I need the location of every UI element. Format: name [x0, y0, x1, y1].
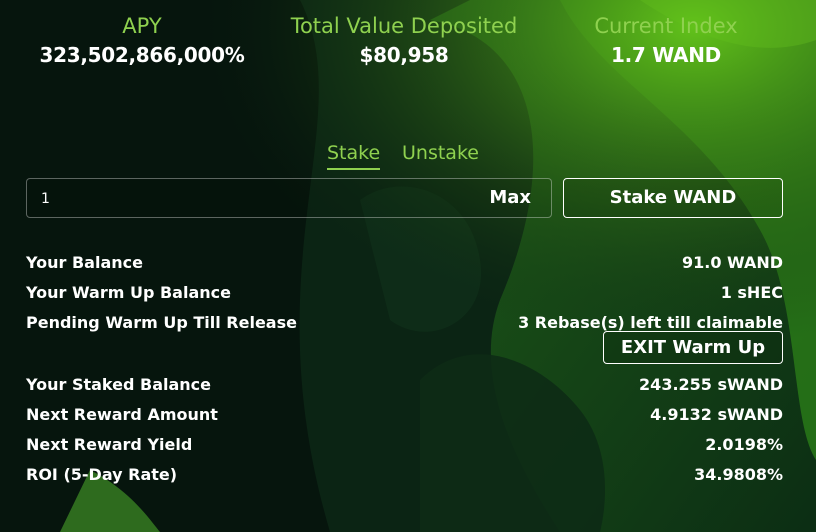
- staked-balance-row: Your Staked Balance 243.255 sWAND: [26, 372, 783, 398]
- stake-wand-button[interactable]: Stake WAND: [563, 178, 783, 218]
- current-index-label: Current Index: [594, 14, 738, 38]
- tab-stake[interactable]: Stake: [327, 140, 381, 170]
- your-balance-row: Your Balance 91.0 WAND: [26, 250, 783, 276]
- next-reward-yield-row: Next Reward Yield 2.0198%: [26, 432, 783, 458]
- tvd-value: $80,958: [359, 43, 449, 67]
- exit-warm-up-button[interactable]: EXIT Warm Up: [603, 331, 783, 364]
- roi-label: ROI (5-Day Rate): [26, 465, 178, 484]
- apy-label: APY: [122, 14, 162, 38]
- staked-balance-label: Your Staked Balance: [26, 375, 212, 394]
- current-index-stat: Current Index 1.7 WAND: [566, 12, 766, 70]
- next-reward-amount-value: 4.9132 sWAND: [650, 405, 783, 424]
- warm-up-balance-row: Your Warm Up Balance 1 sHEC: [26, 280, 783, 306]
- next-reward-yield-value: 2.0198%: [705, 435, 783, 454]
- current-index-value: 1.7 WAND: [611, 43, 721, 67]
- total-value-deposited-stat: Total Value Deposited $80,958: [278, 12, 530, 70]
- tab-unstake[interactable]: Unstake: [402, 140, 479, 166]
- staked-balance-value: 243.255 sWAND: [639, 375, 783, 394]
- amount-input[interactable]: [39, 179, 463, 219]
- next-reward-yield-label: Next Reward Yield: [26, 435, 193, 454]
- stake-tabs: Stake Unstake: [0, 140, 816, 172]
- your-balance-label: Your Balance: [26, 253, 143, 272]
- next-reward-amount-row: Next Reward Amount 4.9132 sWAND: [26, 402, 783, 428]
- max-button[interactable]: Max: [489, 179, 531, 217]
- warm-up-balance-label: Your Warm Up Balance: [26, 283, 231, 302]
- roi-value: 34.9808%: [694, 465, 783, 484]
- amount-field: Max: [26, 178, 552, 219]
- roi-row: ROI (5-Day Rate) 34.9808%: [26, 462, 783, 488]
- apy-stat: APY 323,502,866,000%: [32, 12, 252, 70]
- warm-up-balance-value: 1 sHEC: [720, 283, 783, 302]
- tvd-label: Total Value Deposited: [290, 14, 518, 38]
- your-balance-value: 91.0 WAND: [681, 253, 783, 272]
- apy-value: 323,502,866,000%: [39, 43, 245, 67]
- pending-warm-up-label: Pending Warm Up Till Release: [26, 313, 297, 332]
- next-reward-amount-label: Next Reward Amount: [26, 405, 218, 424]
